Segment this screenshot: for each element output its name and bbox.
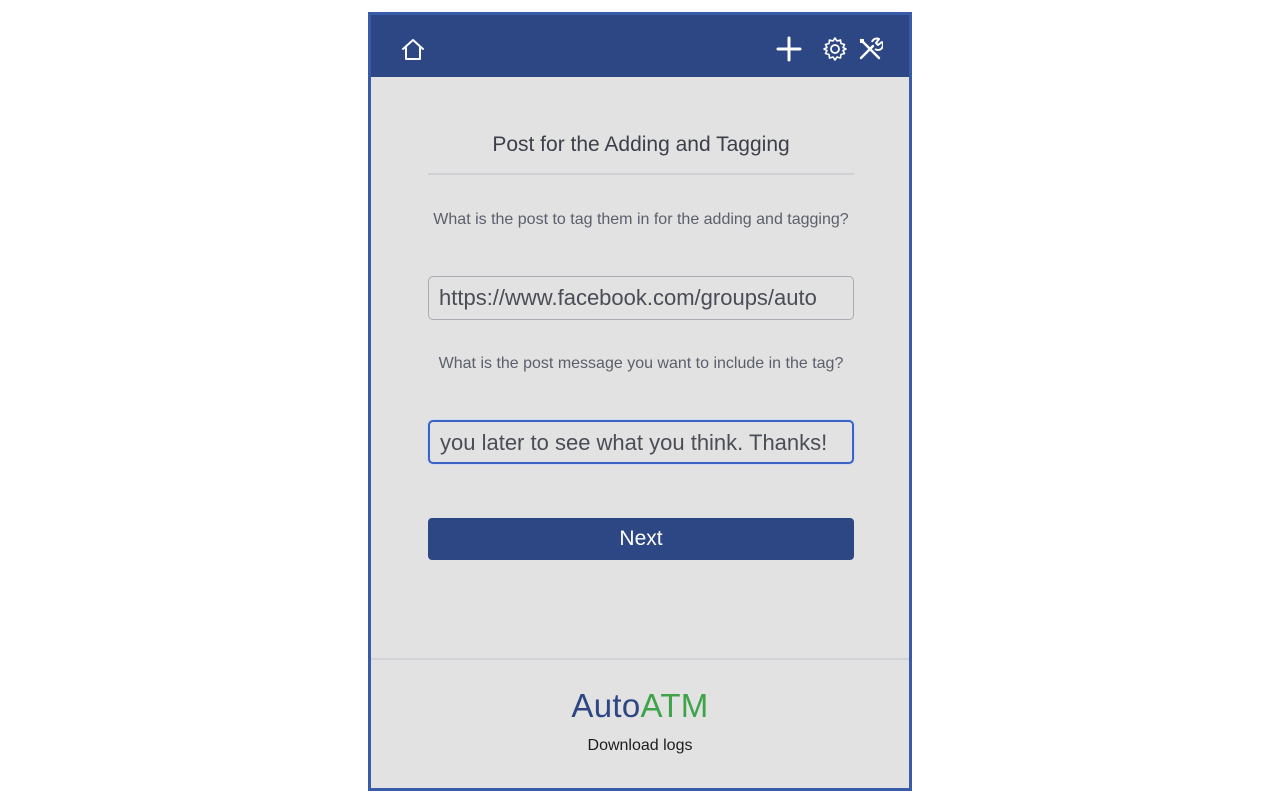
title-divider xyxy=(428,173,854,175)
top-bar xyxy=(371,15,909,77)
extension-popup: Post for the Adding and Tagging What is … xyxy=(368,12,912,791)
tools-button[interactable] xyxy=(855,34,885,64)
footer-divider xyxy=(371,658,909,660)
plus-icon xyxy=(776,36,802,62)
home-button[interactable] xyxy=(398,34,428,64)
brand-logo: AutoATM xyxy=(371,687,909,725)
download-logs-link[interactable]: Download logs xyxy=(371,737,909,755)
post-message-value: you later to see what you think. Thanks! xyxy=(440,430,828,455)
post-message-question: What is the post message you want to inc… xyxy=(438,355,844,372)
post-url-input[interactable]: https://www.facebook.com/groups/auto xyxy=(428,276,854,320)
post-message-input[interactable]: you later to see what you think. Thanks! xyxy=(428,420,854,464)
gear-icon xyxy=(823,37,847,61)
settings-button[interactable] xyxy=(820,34,850,64)
add-button[interactable] xyxy=(774,34,804,64)
brand-atm: ATM xyxy=(640,687,709,724)
page-title: Post for the Adding and Tagging xyxy=(492,133,790,156)
post-url-value: https://www.facebook.com/groups/auto xyxy=(439,285,817,310)
next-button[interactable]: Next xyxy=(428,518,854,560)
post-url-question: What is the post to tag them in for the … xyxy=(433,211,849,228)
tools-icon xyxy=(859,37,883,60)
brand-auto: Auto xyxy=(571,687,641,724)
home-icon xyxy=(402,39,424,60)
